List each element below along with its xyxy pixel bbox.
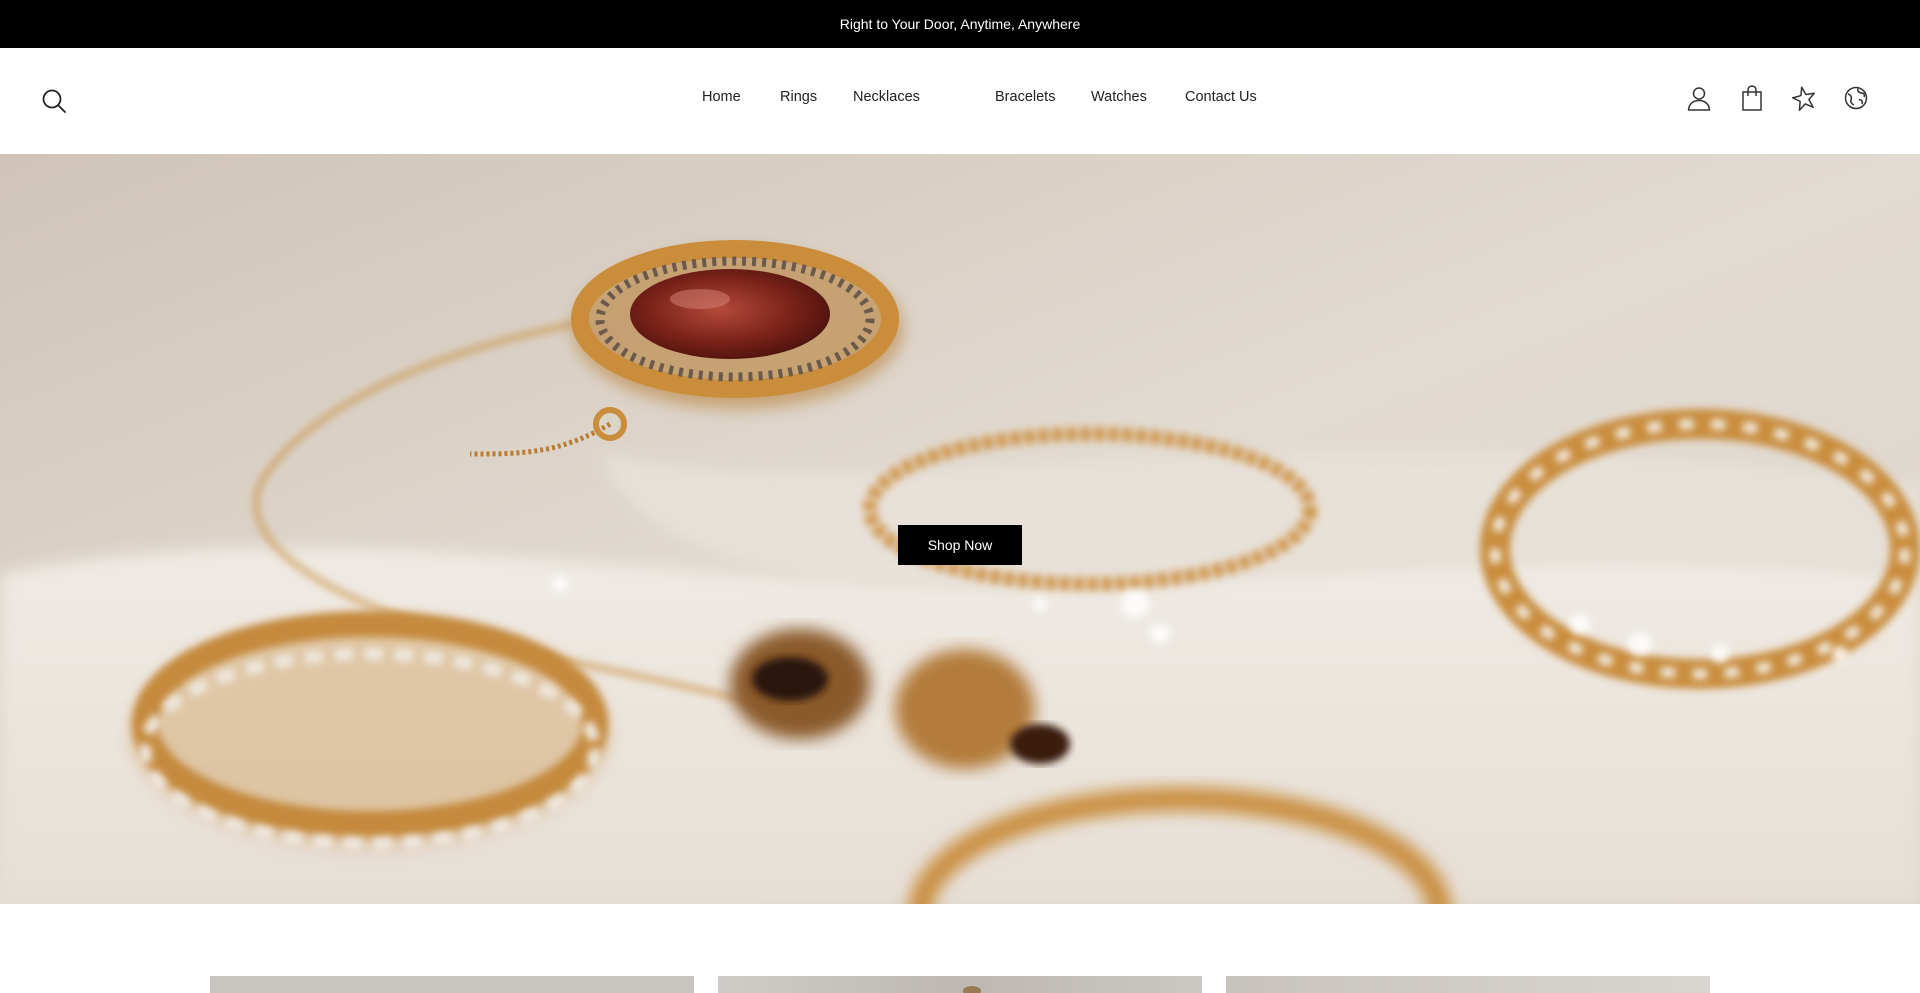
nav-necklaces[interactable]: Necklaces	[853, 89, 920, 105]
shop-now-button[interactable]: Shop Now	[898, 525, 1022, 565]
nav-contact-us[interactable]: Contact Us	[1185, 89, 1257, 105]
collection-card[interactable]	[210, 976, 694, 993]
collection-card[interactable]	[1226, 976, 1710, 993]
site-header: Home Rings Necklaces Bracelets Watches C…	[0, 48, 1920, 154]
cart-icon	[1738, 84, 1766, 112]
cart-button[interactable]	[1738, 84, 1766, 112]
nav-watches[interactable]: Watches	[1091, 89, 1147, 105]
main-navigation: Home Rings Necklaces Bracelets Watches C…	[0, 89, 1920, 109]
language-button[interactable]	[1842, 84, 1870, 112]
wishlist-button[interactable]	[1790, 84, 1818, 112]
account-icon	[1685, 84, 1713, 112]
wishlist-star-icon	[1790, 84, 1818, 112]
announcement-text: Right to Your Door, Anytime, Anywhere	[839, 16, 1081, 32]
account-button[interactable]	[1685, 84, 1713, 112]
announcement-bar: Right to Your Door, Anytime, Anywhere	[0, 0, 1920, 48]
collection-image-detail	[963, 986, 981, 993]
collection-card[interactable]	[718, 976, 1202, 993]
hero-banner: Shop Now	[0, 154, 1920, 904]
collections-section	[0, 904, 1920, 993]
nav-rings[interactable]: Rings	[780, 89, 817, 105]
nav-bracelets[interactable]: Bracelets	[995, 89, 1055, 105]
nav-home[interactable]: Home	[702, 89, 741, 105]
globe-language-icon	[1842, 84, 1870, 112]
